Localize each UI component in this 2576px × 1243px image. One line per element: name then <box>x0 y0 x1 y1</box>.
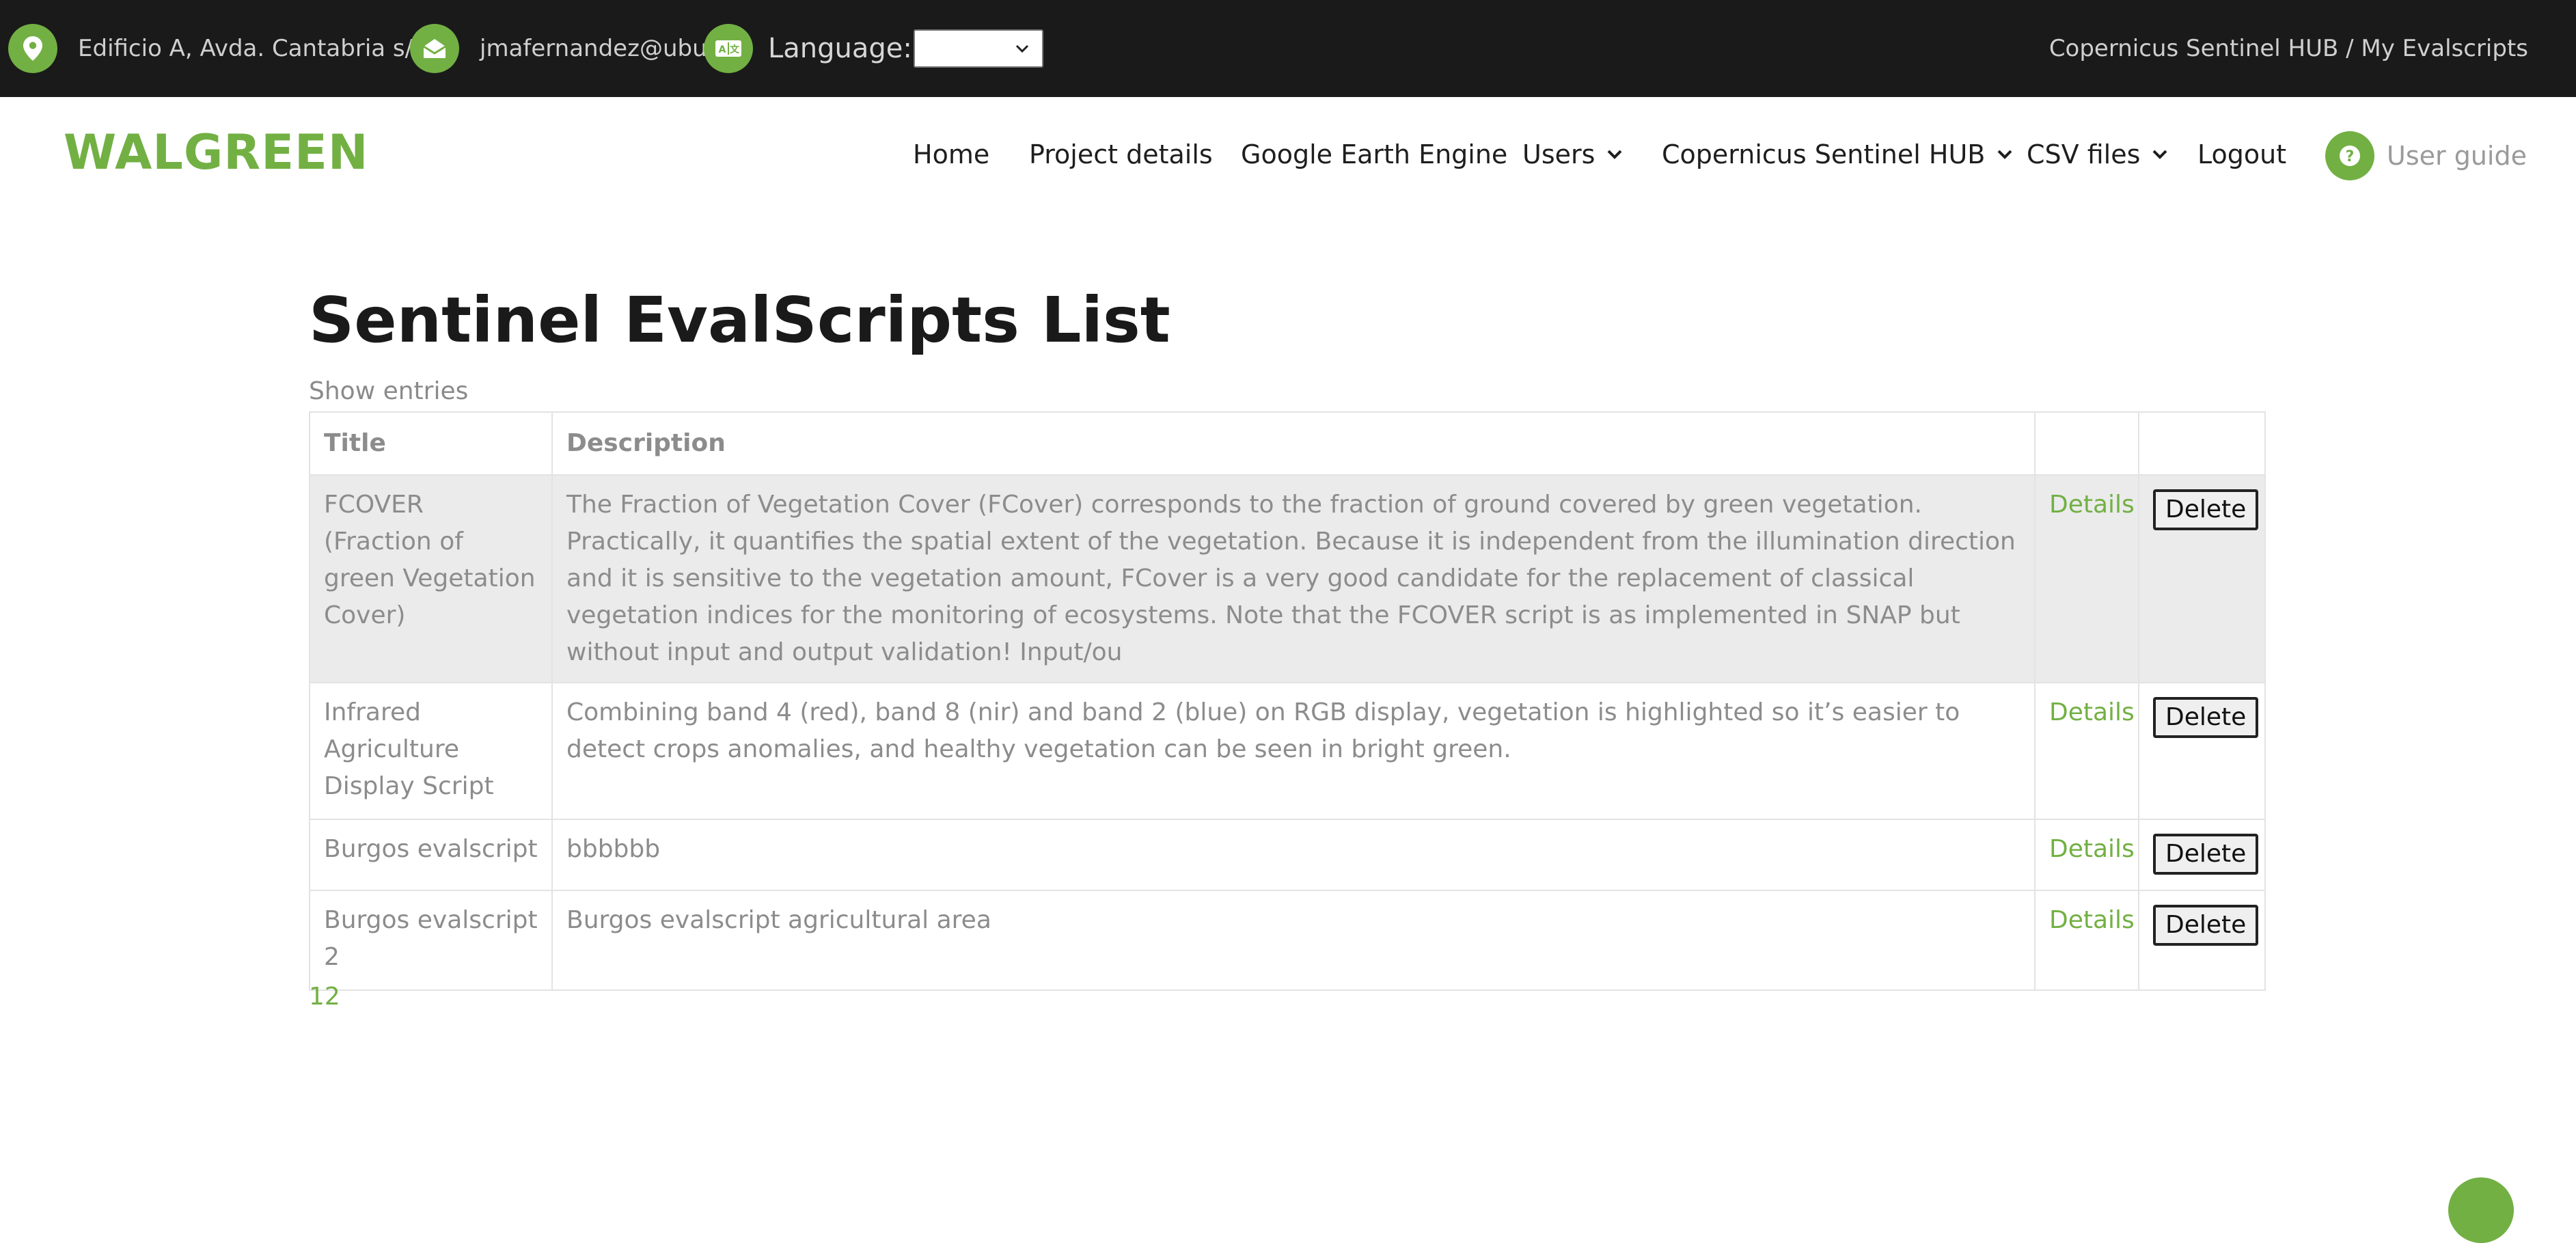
nav-google-earth-engine[interactable]: Google Earth Engine <box>1241 139 1507 169</box>
row-description: Burgos evalscript agricultural area <box>551 890 2036 991</box>
nav-home[interactable]: Home <box>913 139 989 169</box>
brand-logo[interactable]: WALGREEN <box>64 124 368 180</box>
row-details-cell: Details <box>2034 682 2139 820</box>
language-label: Language: <box>768 33 912 64</box>
chevron-down-icon <box>1608 150 1622 159</box>
table-row: Burgos evalscript 2 Burgos evalscript ag… <box>309 890 2266 991</box>
user-guide-link[interactable]: ? User guide <box>2325 131 2527 180</box>
row-delete-cell: Delete <box>2138 819 2266 891</box>
details-link[interactable]: Details <box>2049 698 2135 726</box>
evalscripts-table-container: Title Description FCOVER (Fraction of gr… <box>309 411 2266 991</box>
details-link[interactable]: Details <box>2049 906 2135 934</box>
column-header-title[interactable]: Title <box>309 411 553 476</box>
row-delete-cell: Delete <box>2138 890 2266 991</box>
address-info: Edificio A, Avda. Cantabria s/n <box>8 0 428 97</box>
svg-text:A: A <box>719 44 726 55</box>
column-header-description[interactable]: Description <box>551 411 2036 476</box>
row-details-cell: Details <box>2034 890 2139 991</box>
page-title: Sentinel EvalScripts List <box>309 284 1170 357</box>
row-description: Combining band 4 (red), band 8 (nir) and… <box>551 682 2036 820</box>
chevron-down-icon <box>1015 44 1028 53</box>
table-row: Infrared Agriculture Display Script Comb… <box>309 682 2266 820</box>
nav-copernicus-sentinel-hub[interactable]: Copernicus Sentinel HUB <box>1662 139 2014 169</box>
nav-logout[interactable]: Logout <box>2197 139 2286 169</box>
table-header-row: Title Description <box>309 411 2266 476</box>
chevron-down-icon <box>1997 150 2012 159</box>
column-header-details <box>2034 411 2139 476</box>
svg-text:?: ? <box>2346 148 2355 165</box>
nav-project-details[interactable]: Project details <box>1029 139 1213 169</box>
nav-csv-files[interactable]: CSV files <box>2027 139 2169 169</box>
row-title: Burgos evalscript 2 <box>309 890 553 991</box>
pagination-links[interactable]: 12 <box>309 983 340 1011</box>
row-title: FCOVER (Fraction of green Vegetation Cov… <box>309 474 553 683</box>
table-row: FCOVER (Fraction of green Vegetation Cov… <box>309 474 2266 683</box>
nav-users-label: Users <box>1522 139 1595 169</box>
nav-copernicus-label: Copernicus Sentinel HUB <box>1662 139 1986 169</box>
delete-button[interactable]: Delete <box>2153 489 2259 530</box>
show-entries-label: Show entries <box>309 377 469 405</box>
email-info: jmafernandez@ubu.es <box>410 0 741 97</box>
row-title: Burgos evalscript <box>309 819 553 891</box>
question-icon: ? <box>2325 131 2374 180</box>
row-delete-cell: Delete <box>2138 682 2266 820</box>
column-header-delete <box>2138 411 2266 476</box>
address-text: Edificio A, Avda. Cantabria s/n <box>78 35 428 62</box>
user-guide-label: User guide <box>2387 141 2527 171</box>
nav-csv-files-label: CSV files <box>2027 139 2141 169</box>
top-bar: Edificio A, Avda. Cantabria s/n jmaferna… <box>0 0 2576 97</box>
floating-action-button[interactable] <box>2448 1177 2514 1243</box>
nav-logout-label: Logout <box>2197 139 2287 169</box>
language-switcher: A 文 Language: <box>704 0 1043 97</box>
row-delete-cell: Delete <box>2138 474 2266 683</box>
nav-users[interactable]: Users <box>1522 139 1623 169</box>
delete-button[interactable]: Delete <box>2153 834 2259 875</box>
delete-button[interactable]: Delete <box>2153 905 2259 946</box>
delete-button[interactable]: Delete <box>2153 697 2259 738</box>
details-link[interactable]: Details <box>2049 491 2135 519</box>
language-select[interactable] <box>913 29 1043 68</box>
email-link[interactable]: jmafernandez@ubu.es <box>480 35 741 62</box>
row-description: bbbbbb <box>551 819 2036 891</box>
evalscripts-table: Title Description FCOVER (Fraction of gr… <box>309 411 2266 991</box>
nav-project-details-label: Project details <box>1029 139 1213 169</box>
nav-google-earth-engine-label: Google Earth Engine <box>1241 139 1508 169</box>
chevron-down-icon <box>2152 150 2167 159</box>
main-nav: WALGREEN Home Project details Google Ear… <box>0 97 2576 215</box>
details-link[interactable]: Details <box>2049 835 2135 863</box>
svg-text:文: 文 <box>730 44 740 55</box>
translate-icon: A 文 <box>704 24 753 73</box>
breadcrumb: Copernicus Sentinel HUB / My Evalscripts <box>2049 35 2528 62</box>
row-details-cell: Details <box>2034 474 2139 683</box>
table-row: Burgos evalscript bbbbbb Details Delete <box>309 819 2266 891</box>
row-details-cell: Details <box>2034 819 2139 891</box>
nav-home-label: Home <box>913 139 990 169</box>
map-pin-icon <box>8 24 57 73</box>
row-title: Infrared Agriculture Display Script <box>309 682 553 820</box>
envelope-icon <box>410 24 459 73</box>
row-description: The Fraction of Vegetation Cover (FCover… <box>551 474 2036 683</box>
